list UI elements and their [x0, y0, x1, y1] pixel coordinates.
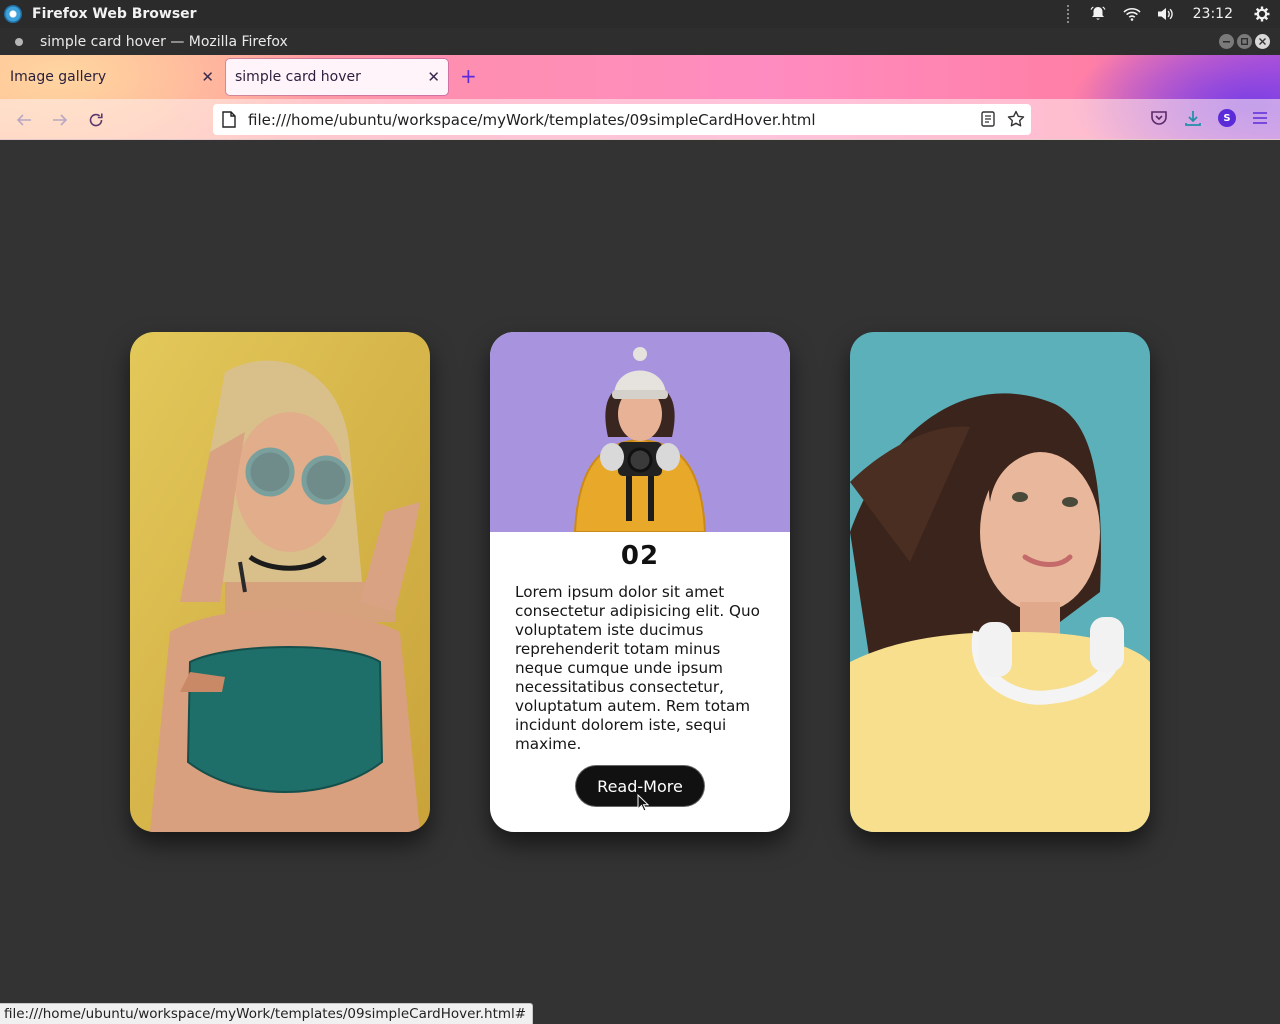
notifications-bell-icon[interactable]: [1088, 4, 1108, 24]
pocket-icon[interactable]: [1150, 109, 1168, 127]
maximize-button[interactable]: [1237, 34, 1252, 49]
tab-close-icon[interactable]: ✕: [201, 68, 214, 86]
back-button[interactable]: [13, 109, 35, 131]
tab-label: simple card hover: [235, 69, 361, 85]
wifi-icon[interactable]: [1122, 4, 1142, 24]
address-bar[interactable]: file:///home/ubuntu/workspace/myWork/tem…: [213, 104, 1031, 135]
link-preview-status: file:///home/ubuntu/workspace/myWork/tem…: [0, 1003, 534, 1024]
mouse-pointer-icon: [637, 794, 649, 812]
card-number: 02: [620, 541, 660, 571]
reload-button[interactable]: [85, 109, 107, 131]
hamburger-menu-icon[interactable]: [1252, 111, 1268, 125]
settings-gear-icon[interactable]: [1252, 4, 1272, 24]
tray-separator: [1066, 5, 1071, 23]
forward-button[interactable]: [49, 109, 71, 131]
reader-view-icon[interactable]: [981, 111, 995, 127]
card-1[interactable]: [130, 332, 430, 832]
page-viewport: 02 Lorem ipsum dolor sit amet consectetu…: [0, 140, 1280, 1024]
active-app-name[interactable]: Firefox Web Browser: [32, 6, 197, 22]
page-document-icon: [222, 111, 236, 128]
window-indicator-dot: [15, 37, 23, 46]
tab-simple-card-hover[interactable]: simple card hover ✕: [226, 59, 448, 95]
card-description: Lorem ipsum dolor sit amet consectetur a…: [515, 583, 760, 753]
system-tray: 23:12: [1066, 0, 1280, 28]
toolbar-right-buttons: S: [1150, 109, 1268, 127]
window-title-bar: simple card hover — Mozilla Firefox: [0, 28, 1280, 55]
tab-close-icon[interactable]: ✕: [427, 68, 440, 86]
card-3-photo: [850, 332, 1150, 832]
close-window-button[interactable]: [1255, 34, 1270, 49]
account-avatar[interactable]: S: [1218, 109, 1236, 127]
window-controls: [1219, 34, 1270, 49]
system-clock[interactable]: 23:12: [1193, 6, 1233, 22]
card-2-photo-frame: [490, 332, 790, 532]
tab-image-gallery[interactable]: Image gallery ✕: [0, 59, 222, 95]
browser-toolbar-area: Image gallery ✕ simple card hover ✕ + fi…: [0, 55, 1280, 140]
tab-label: Image gallery: [10, 69, 107, 85]
card-2[interactable]: 02 Lorem ipsum dolor sit amet consectetu…: [490, 332, 790, 832]
address-bar-url[interactable]: file:///home/ubuntu/workspace/myWork/tem…: [248, 111, 816, 129]
downloads-icon[interactable]: [1184, 109, 1202, 127]
card-2-photo: [490, 332, 790, 532]
volume-icon[interactable]: [1156, 4, 1176, 24]
window-title: simple card hover — Mozilla Firefox: [40, 33, 288, 50]
minimize-button[interactable]: [1219, 34, 1234, 49]
system-top-bar: Firefox Web Browser 23:12: [0, 0, 1280, 28]
firefox-logo-icon[interactable]: [4, 5, 22, 23]
new-tab-plus-icon[interactable]: +: [460, 66, 477, 86]
bookmark-star-icon[interactable]: [1007, 110, 1025, 128]
card-1-photo: [130, 332, 430, 832]
navigation-bar: file:///home/ubuntu/workspace/myWork/tem…: [0, 99, 1280, 140]
tab-strip: Image gallery ✕ simple card hover ✕ +: [0, 55, 1280, 99]
card-3[interactable]: [850, 332, 1150, 832]
